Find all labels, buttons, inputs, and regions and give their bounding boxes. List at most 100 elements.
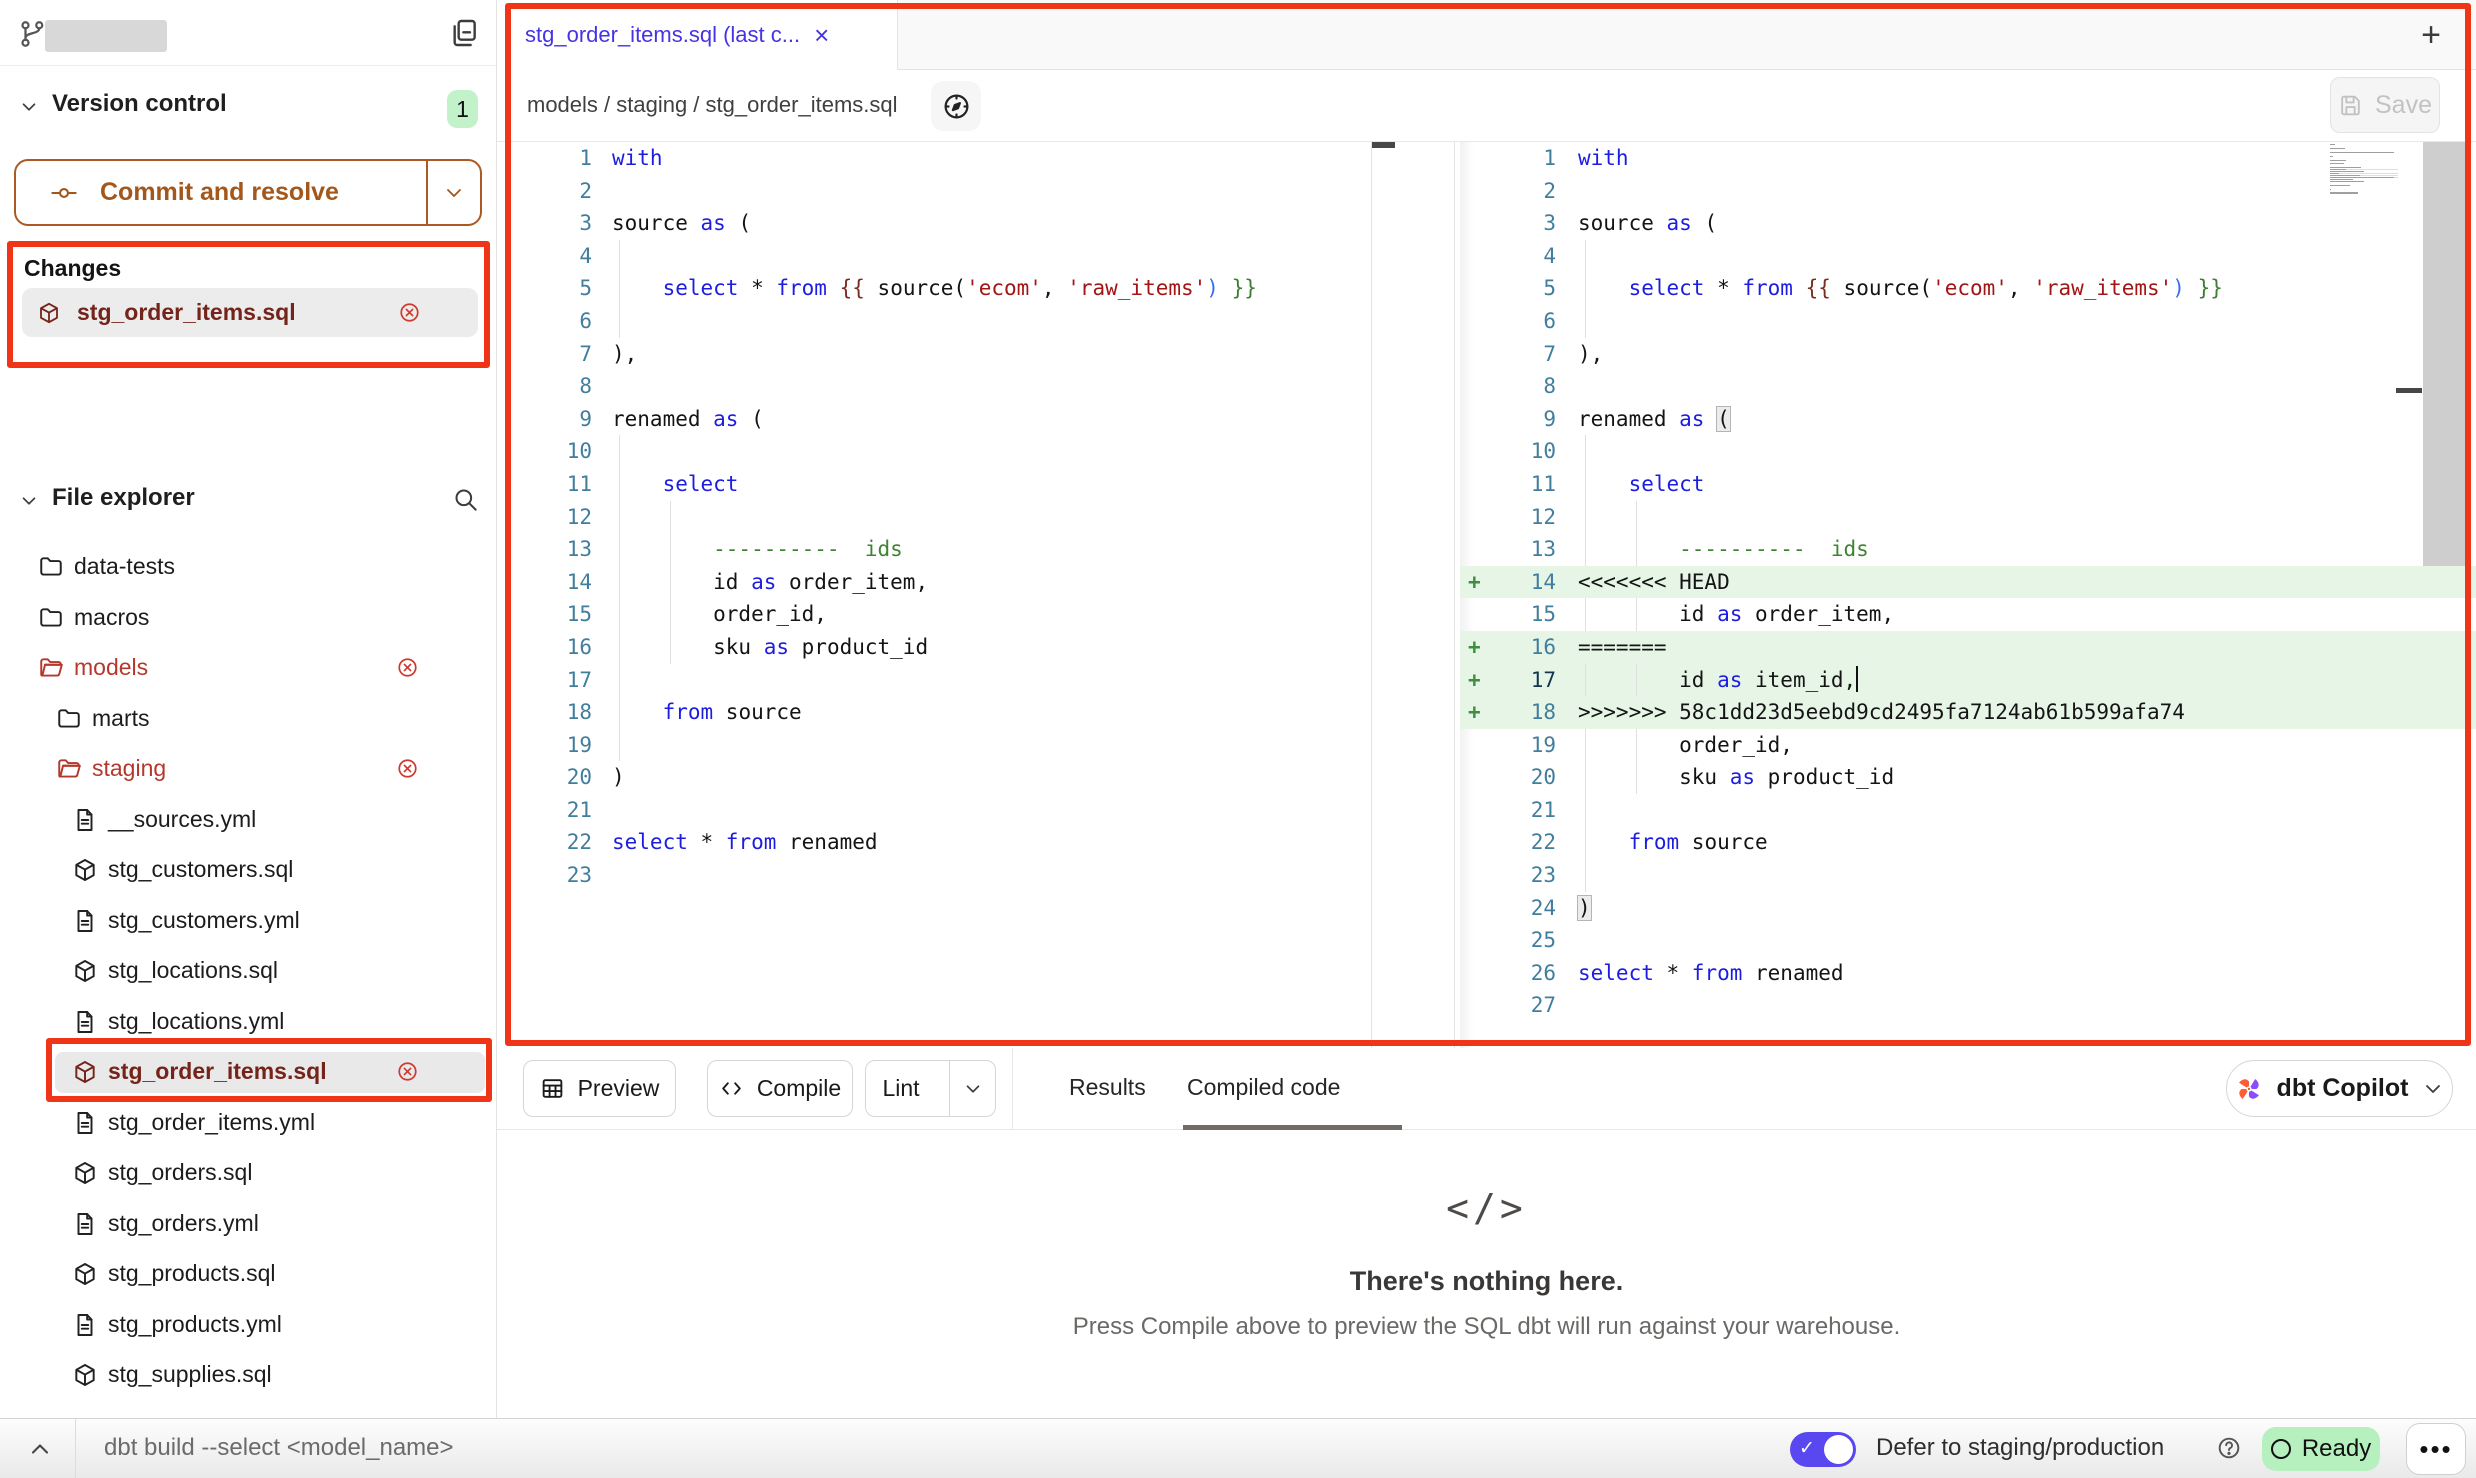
file-item-stg-locations-sql[interactable]: stg_locations.sql [0, 946, 496, 997]
defer-toggle[interactable]: ✓ [1790, 1432, 1856, 1467]
save-button[interactable]: Save [2330, 77, 2440, 133]
tab-compiled-code[interactable]: Compiled code [1187, 1074, 1340, 1101]
file-item-stg-order-items-yml[interactable]: stg_order_items.yml [0, 1098, 496, 1149]
code-line-20[interactable]: 20) [497, 761, 1454, 794]
expand-command-bar-icon[interactable] [24, 1433, 56, 1465]
code-line-14[interactable]: +14<<<<<<< HEAD [1460, 566, 2476, 599]
tab-results[interactable]: Results [1069, 1074, 1146, 1101]
file-item-staging[interactable]: staging [0, 744, 496, 795]
line-number: 22 [497, 826, 592, 859]
code-line-4[interactable]: 4 [1460, 240, 2476, 273]
code-line-1[interactable]: 1with [497, 142, 1454, 175]
file-item-stg-locations-yml[interactable]: stg_locations.yml [0, 997, 496, 1048]
file-item-label: stg_products.sql [108, 1260, 275, 1287]
code-line-5[interactable]: 5 select * from {{ source('ecom', 'raw_i… [1460, 272, 2476, 305]
code-line-20[interactable]: 20 sku as product_id [1460, 761, 2476, 794]
code-line-22[interactable]: 22select * from renamed [497, 826, 1454, 859]
code-line-9[interactable]: 9renamed as ( [497, 403, 1454, 436]
ready-label: Ready [2302, 1435, 2371, 1463]
chevron-down-icon[interactable] [18, 96, 40, 118]
code-line-16[interactable]: +16======= [1460, 631, 2476, 664]
file-item-stg-orders-yml[interactable]: stg_orders.yml [0, 1199, 496, 1250]
code-line-23[interactable]: 23 [1460, 859, 2476, 892]
compass-icon[interactable] [931, 81, 981, 131]
code-line-13[interactable]: 13 ---------- ids [1460, 533, 2476, 566]
file-item-stg-products-yml[interactable]: stg_products.yml [0, 1300, 496, 1351]
code-line-10[interactable]: 10 [497, 435, 1454, 468]
code-line-10[interactable]: 10 [1460, 435, 2476, 468]
code-line-18[interactable]: 18 from source [497, 696, 1454, 729]
code-line-4[interactable]: 4 [497, 240, 1454, 273]
code-line-25[interactable]: 25 [1460, 924, 2476, 957]
code-line-3[interactable]: 3source as ( [497, 207, 1454, 240]
code-line-21[interactable]: 21 [1460, 794, 2476, 827]
code-line-17[interactable]: +17 id as item_id, [1460, 664, 2476, 697]
code-line-8[interactable]: 8 [1460, 370, 2476, 403]
code-line-7[interactable]: 7), [497, 338, 1454, 371]
code-line-2[interactable]: 2 [1460, 175, 2476, 208]
code-line-19[interactable]: 19 order_id, [1460, 729, 2476, 762]
commit-and-resolve-button[interactable]: Commit and resolve [14, 159, 482, 226]
code-line-22[interactable]: 22 from source [1460, 826, 2476, 859]
discard-change-icon[interactable] [398, 301, 421, 324]
code-line-17[interactable]: 17 [497, 664, 1454, 697]
file-item-stg-supplies-sql[interactable]: stg_supplies.sql [0, 1350, 496, 1401]
lint-options-caret[interactable] [949, 1061, 995, 1116]
code-line-12[interactable]: 12 [497, 501, 1454, 534]
code-line-19[interactable]: 19 [497, 729, 1454, 762]
code-line-6[interactable]: 6 [497, 305, 1454, 338]
code-line-5[interactable]: 5 select * from {{ source('ecom', 'raw_i… [497, 272, 1454, 305]
code-line-3[interactable]: 3source as ( [1460, 207, 2476, 240]
copy-files-icon[interactable] [448, 17, 480, 49]
file-item-data-tests[interactable]: data-tests [0, 542, 496, 593]
chevron-down-icon[interactable] [18, 490, 40, 512]
file-item-stg-customers-yml[interactable]: stg_customers.yml [0, 896, 496, 947]
more-options-button[interactable]: ••• [2406, 1423, 2466, 1475]
code-line-11[interactable]: 11 select [1460, 468, 2476, 501]
discard-change-icon[interactable] [396, 757, 419, 780]
file-item-stg-order-items-sql[interactable]: stg_order_items.sql [0, 1047, 496, 1098]
file-item-marts[interactable]: marts [0, 694, 496, 745]
code-line-9[interactable]: 9renamed as ( [1460, 403, 2476, 436]
code-line-16[interactable]: 16 sku as product_id [497, 631, 1454, 664]
file-item-macros[interactable]: macros [0, 593, 496, 644]
discard-change-icon[interactable] [396, 656, 419, 679]
version-control-header[interactable]: Version control 1 [0, 88, 496, 132]
code-line-21[interactable]: 21 [497, 794, 1454, 827]
file-explorer-header[interactable]: File explorer [0, 482, 496, 526]
code-line-12[interactable]: 12 [1460, 501, 2476, 534]
tab-stg-order-items[interactable]: stg_order_items.sql (last c... × [497, 0, 898, 70]
file-item-stg-products-sql[interactable]: stg_products.sql [0, 1249, 496, 1300]
tab-close-icon[interactable]: × [814, 22, 829, 48]
discard-change-icon[interactable] [396, 1060, 419, 1083]
code-line-26[interactable]: 26select * from renamed [1460, 957, 2476, 990]
code-line-11[interactable]: 11 select [497, 468, 1454, 501]
code-line-13[interactable]: 13 ---------- ids [497, 533, 1454, 566]
code-line-23[interactable]: 23 [497, 859, 1454, 892]
code-line-2[interactable]: 2 [497, 175, 1454, 208]
code-line-15[interactable]: 15 id as order_item, [1460, 598, 2476, 631]
commit-options-caret[interactable] [426, 161, 480, 224]
code-line-15[interactable]: 15 order_id, [497, 598, 1454, 631]
code-line-24[interactable]: 24) [1460, 892, 2476, 925]
file-item-stg-customers-sql[interactable]: stg_customers.sql [0, 845, 496, 896]
code-line-14[interactable]: 14 id as order_item, [497, 566, 1454, 599]
help-icon[interactable] [2216, 1435, 2242, 1461]
new-tab-button[interactable]: + [2412, 16, 2450, 54]
code-line-27[interactable]: 27 [1460, 989, 2476, 1022]
code-line-8[interactable]: 8 [497, 370, 1454, 403]
code-line-1[interactable]: 1with [1460, 142, 2476, 175]
code-line-6[interactable]: 6 [1460, 305, 2476, 338]
lint-button[interactable]: Lint [865, 1060, 996, 1117]
search-icon[interactable] [452, 486, 479, 513]
dbt-copilot-button[interactable]: dbt Copilot [2226, 1060, 2453, 1117]
changed-file-item[interactable]: stg_order_items.sql [22, 288, 478, 337]
code-line-18[interactable]: +18>>>>>>> 58c1dd23d5eebd9cd2495fa7124ab… [1460, 696, 2476, 729]
code-line-7[interactable]: 7), [1460, 338, 2476, 371]
command-input[interactable]: dbt build --select <model_name> [104, 1434, 454, 1462]
preview-button[interactable]: Preview [523, 1060, 676, 1117]
file-item-stg-orders-sql[interactable]: stg_orders.sql [0, 1148, 496, 1199]
compile-button[interactable]: Compile [707, 1060, 853, 1117]
file-item--sources-yml[interactable]: __sources.yml [0, 795, 496, 846]
file-item-models[interactable]: models [0, 643, 496, 694]
